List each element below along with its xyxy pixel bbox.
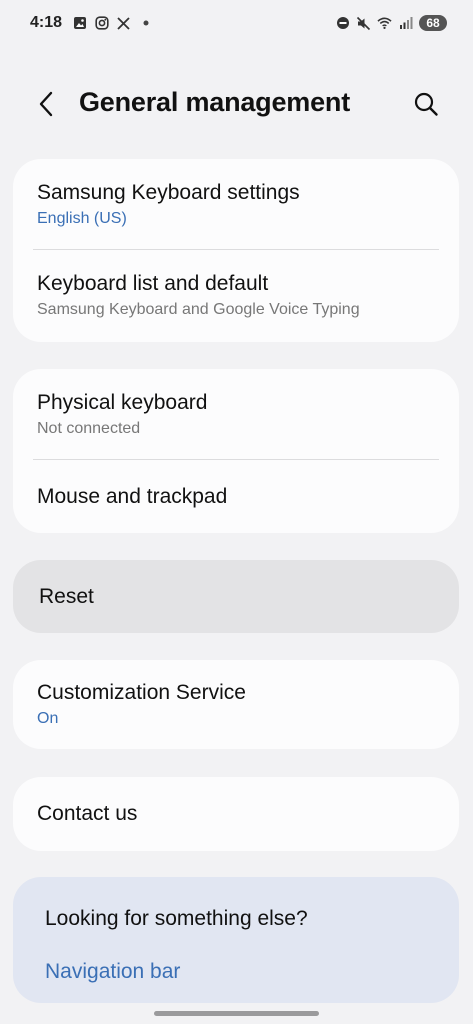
- home-indicator[interactable]: [154, 1011, 319, 1016]
- app-bar: General management: [0, 72, 473, 136]
- item-title: Mouse and trackpad: [37, 484, 228, 508]
- search-button[interactable]: [410, 88, 442, 120]
- samsung-keyboard-settings-item[interactable]: Samsung Keyboard settings English (US): [13, 159, 459, 250]
- physical-keyboard-item[interactable]: Physical keyboard Not connected: [13, 369, 459, 460]
- page-title: General management: [79, 87, 351, 117]
- item-subtitle: Not connected: [37, 419, 141, 437]
- contact-us-card: Contact us: [13, 777, 459, 851]
- navigation-bar-link[interactable]: Navigation bar: [45, 960, 180, 984]
- wifi-icon: [377, 16, 392, 31]
- item-title: Reset: [39, 584, 94, 608]
- status-right: 68: [335, 15, 447, 31]
- item-subtitle: On: [37, 709, 59, 727]
- mouse-trackpad-item[interactable]: Mouse and trackpad: [13, 460, 459, 533]
- gallery-icon: [72, 16, 87, 31]
- contact-us-item[interactable]: Contact us: [13, 777, 459, 851]
- chevron-left-icon: [39, 91, 53, 117]
- status-left: 4:18: [30, 14, 153, 32]
- item-subtitle: English (US): [37, 209, 127, 227]
- mute-icon: [356, 16, 371, 31]
- reset-card: Reset: [13, 560, 459, 633]
- x-icon: [116, 16, 131, 31]
- reset-item[interactable]: Reset: [13, 560, 459, 633]
- customization-service-item[interactable]: Customization Service On: [13, 660, 459, 749]
- back-button[interactable]: [30, 88, 62, 120]
- instagram-icon: [94, 16, 109, 31]
- dnd-icon: [335, 16, 350, 31]
- battery-indicator: 68: [419, 15, 447, 31]
- item-title: Keyboard list and default: [37, 271, 269, 295]
- customization-service-card: Customization Service On: [13, 660, 459, 749]
- looking-for-something-card: Looking for something else? Navigation b…: [13, 877, 459, 1003]
- input-devices-group-card: Physical keyboard Not connected Mouse an…: [13, 369, 459, 533]
- status-bar: 4:18 68: [0, 0, 473, 46]
- signal-icon: [398, 16, 413, 31]
- dot-icon: [138, 16, 153, 31]
- item-title: Customization Service: [37, 680, 246, 704]
- keyboard-group-card: Samsung Keyboard settings English (US) K…: [13, 159, 459, 342]
- item-subtitle: Samsung Keyboard and Google Voice Typing: [37, 300, 360, 318]
- search-icon: [414, 92, 438, 116]
- item-title: Samsung Keyboard settings: [37, 180, 300, 204]
- looking-title: Looking for something else?: [45, 907, 308, 930]
- item-title: Physical keyboard: [37, 390, 208, 414]
- item-title: Contact us: [37, 802, 138, 825]
- status-time: 4:18: [30, 14, 63, 31]
- keyboard-list-default-item[interactable]: Keyboard list and default Samsung Keyboa…: [13, 250, 459, 341]
